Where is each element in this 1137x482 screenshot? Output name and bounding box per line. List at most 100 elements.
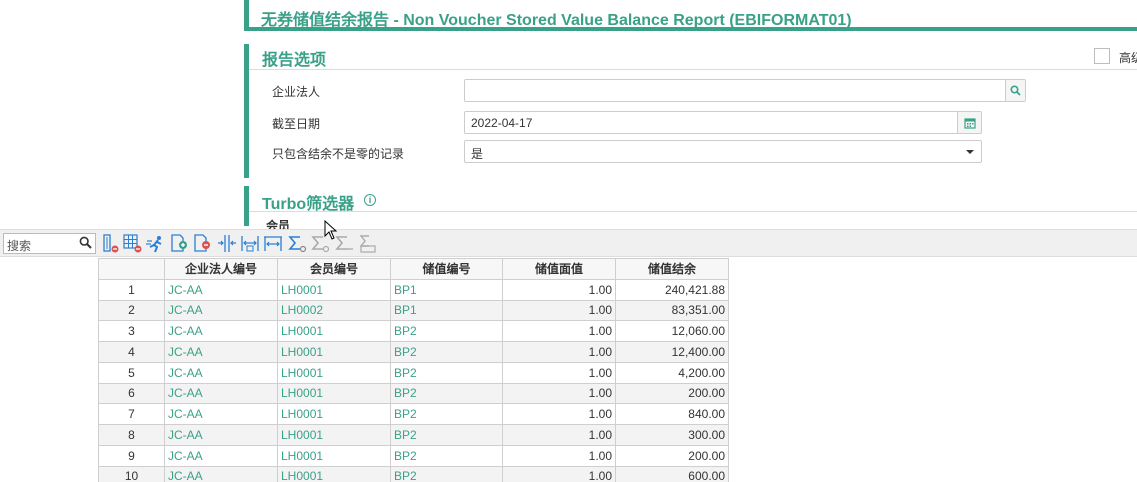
member-code-cell[interactable]: LH0001 <box>277 341 391 363</box>
row-number-cell: 2 <box>98 299 165 322</box>
stored-value-code-cell[interactable]: BP2 <box>390 361 503 384</box>
search-placeholder: 搜索 <box>7 239 32 253</box>
balance-cell: 12,060.00 <box>615 320 729 342</box>
table-row[interactable]: 1 JC-AA LH0001 BP1 1.00 240,421.88 <box>98 278 729 301</box>
row-number-cell: 10 <box>98 465 165 482</box>
entity-label: 企业法人 <box>272 85 321 99</box>
entity-code-cell[interactable]: JC-AA <box>164 465 278 482</box>
member-code-cell[interactable]: LH0001 <box>277 278 391 301</box>
table-row[interactable]: 9 JC-AA LH0001 BP2 1.00 200.00 <box>98 444 729 467</box>
member-code-cell[interactable]: LH0001 <box>277 444 391 467</box>
face-value-header[interactable]: 储值面值 <box>502 258 616 280</box>
entity-field[interactable] <box>464 79 1026 102</box>
add-row-icon[interactable] <box>170 234 190 254</box>
face-value-cell: 1.00 <box>502 278 616 301</box>
entity-code-cell[interactable]: JC-AA <box>164 299 278 322</box>
entity-code-cell[interactable]: JC-AA <box>164 341 278 363</box>
calendar-icon[interactable] <box>957 112 981 133</box>
entity-code-cell[interactable]: JC-AA <box>164 278 278 301</box>
split-column-icon[interactable] <box>217 234 237 254</box>
table-row[interactable]: 4 JC-AA LH0001 BP2 1.00 12,400.00 <box>98 341 729 363</box>
sum-icon[interactable] <box>287 234 307 254</box>
row-number-header[interactable] <box>98 258 165 280</box>
remove-row-icon[interactable] <box>193 234 213 254</box>
entity-code-cell[interactable]: JC-AA <box>164 320 278 342</box>
section-divider <box>249 69 1137 70</box>
info-icon[interactable]: i <box>364 194 376 206</box>
member-code-cell[interactable]: LH0001 <box>277 361 391 384</box>
stored-value-code-cell[interactable]: BP2 <box>390 444 503 467</box>
table-header-row: 企业法人编号 会员编号 储值编号 储值面值 储值结余 <box>98 258 729 280</box>
table-row[interactable]: 2 JC-AA LH0002 BP1 1.00 83,351.00 <box>98 299 729 322</box>
member-code-cell[interactable]: LH0001 <box>277 320 391 342</box>
cutoff-date-field[interactable]: 2022-04-17 <box>464 111 982 134</box>
grid-remove-icon[interactable] <box>123 234 143 254</box>
cutoff-date-value: 2022-04-17 <box>471 116 533 130</box>
report-options-title: 报告选项 <box>262 52 327 69</box>
member-code-header[interactable]: 会员编号 <box>277 258 391 280</box>
balance-cell: 200.00 <box>615 444 729 467</box>
stored-value-code-cell[interactable]: BP1 <box>390 278 503 301</box>
face-value-cell: 1.00 <box>502 444 616 467</box>
table-row[interactable]: 10 JC-AA LH0001 BP2 1.00 600.00 <box>98 465 729 482</box>
section-divider <box>249 211 1137 212</box>
nonzero-select[interactable]: 是 <box>464 140 982 163</box>
expand-column-icon[interactable] <box>263 234 283 254</box>
nonzero-label: 只包含结余不是零的记录 <box>272 147 405 161</box>
entity-code-cell[interactable]: JC-AA <box>164 403 278 425</box>
search-input[interactable]: 搜索 <box>3 233 96 254</box>
balance-cell: 83,351.00 <box>615 299 729 322</box>
member-code-cell[interactable]: LH0002 <box>277 299 391 322</box>
page-title: 无券储值结余报告 - Non Voucher Stored Value Bala… <box>261 12 852 29</box>
member-code-cell[interactable]: LH0001 <box>277 424 391 446</box>
stored-value-code-cell[interactable]: BP2 <box>390 320 503 342</box>
search-icon[interactable] <box>1005 80 1025 101</box>
face-value-cell: 1.00 <box>502 299 616 322</box>
stored-value-code-header[interactable]: 储值编号 <box>390 258 503 280</box>
stored-value-code-cell[interactable]: BP2 <box>390 341 503 363</box>
row-number-cell: 9 <box>98 444 165 467</box>
face-value-cell: 1.00 <box>502 341 616 363</box>
table-row[interactable]: 7 JC-AA LH0001 BP2 1.00 840.00 <box>98 403 729 425</box>
table-row[interactable]: 6 JC-AA LH0001 BP2 1.00 200.00 <box>98 382 729 405</box>
balance-table: 企业法人编号 会员编号 储值编号 储值面值 储值结余 1 JC-AA LH0001 B… <box>98 258 729 482</box>
entity-code-header[interactable]: 企业法人编号 <box>164 258 278 280</box>
balance-cell: 600.00 <box>615 465 729 482</box>
stored-value-code-cell[interactable]: BP2 <box>390 403 503 425</box>
row-number-cell: 6 <box>98 382 165 405</box>
table-row[interactable]: 8 JC-AA LH0001 BP2 1.00 300.00 <box>98 424 729 446</box>
stored-value-code-cell[interactable]: BP1 <box>390 299 503 322</box>
face-value-cell: 1.00 <box>502 361 616 384</box>
stored-value-code-cell[interactable]: BP2 <box>390 424 503 446</box>
export-icon[interactable] <box>358 234 378 254</box>
member-code-cell[interactable]: LH0001 <box>277 465 391 482</box>
entity-code-cell[interactable]: JC-AA <box>164 361 278 384</box>
fit-column-icon[interactable] <box>240 234 260 254</box>
member-code-cell[interactable]: LH0001 <box>277 382 391 405</box>
run-icon[interactable] <box>146 234 166 254</box>
entity-code-cell[interactable]: JC-AA <box>164 424 278 446</box>
search-icon[interactable] <box>79 236 92 252</box>
balance-cell: 240,421.88 <box>615 278 729 301</box>
entity-code-cell[interactable]: JC-AA <box>164 382 278 405</box>
report-title-bar: 无券储值结余报告 - Non Voucher Stored Value Bala… <box>244 0 1137 31</box>
row-number-cell: 4 <box>98 341 165 363</box>
advanced-checkbox[interactable] <box>1094 48 1110 64</box>
advanced-label: 高级 <box>1119 51 1137 65</box>
mouse-cursor-icon <box>324 220 338 240</box>
table-row[interactable]: 5 JC-AA LH0001 BP2 1.00 4,200.00 <box>98 361 729 384</box>
row-number-cell: 3 <box>98 320 165 342</box>
table-row[interactable]: 3 JC-AA LH0001 BP2 1.00 12,060.00 <box>98 320 729 342</box>
balance-header[interactable]: 储值结余 <box>615 258 729 280</box>
row-number-cell: 8 <box>98 424 165 446</box>
balance-cell: 4,200.00 <box>615 361 729 384</box>
face-value-cell: 1.00 <box>502 382 616 405</box>
chevron-down-icon <box>966 150 974 154</box>
column-remove-icon[interactable] <box>101 234 121 254</box>
stored-value-code-cell[interactable]: BP2 <box>390 465 503 482</box>
entity-code-cell[interactable]: JC-AA <box>164 444 278 467</box>
grid-toolbar: 搜索 <box>0 229 1137 257</box>
stored-value-code-cell[interactable]: BP2 <box>390 382 503 405</box>
cutoff-date-label: 截至日期 <box>272 117 321 131</box>
member-code-cell[interactable]: LH0001 <box>277 403 391 425</box>
